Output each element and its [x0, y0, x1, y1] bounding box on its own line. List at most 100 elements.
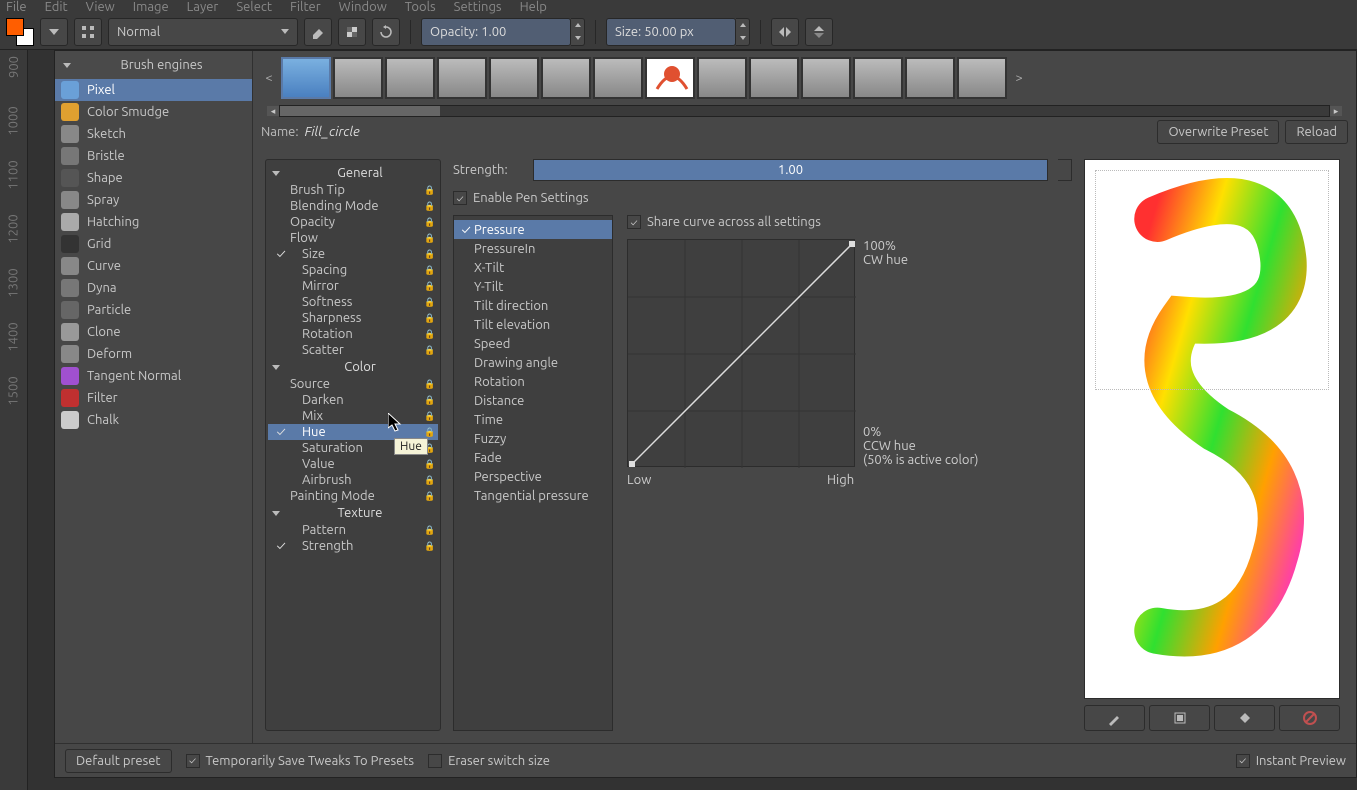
instant-preview-checkbox[interactable]: ✓ — [1236, 754, 1250, 768]
preset-strip-prev[interactable]: < — [261, 71, 277, 85]
menu-item-filter[interactable]: Filter — [290, 0, 321, 14]
sensor-item-perspective[interactable]: Perspective — [454, 467, 612, 486]
sensor-item-fuzzy[interactable]: Fuzzy — [454, 429, 612, 448]
color-swatches[interactable] — [6, 18, 34, 46]
preset-thumb[interactable] — [385, 57, 435, 99]
curve-canvas[interactable] — [627, 239, 855, 467]
setting-item-mirror[interactable]: Mirror🔒 — [268, 278, 438, 294]
strength-stepper[interactable] — [1058, 159, 1072, 181]
setting-item-strength[interactable]: ✓Strength🔒 — [268, 538, 438, 554]
engine-item-tangent-normal[interactable]: Tangent Normal — [55, 365, 252, 387]
menu-item-view[interactable]: View — [86, 0, 115, 14]
engine-item-color-smudge[interactable]: Color Smudge — [55, 101, 252, 123]
mirror-horizontal-button[interactable] — [771, 18, 799, 46]
size-slider[interactable]: Size: 50.00 px — [606, 18, 736, 46]
enable-pen-checkbox[interactable]: ✓ — [453, 191, 467, 205]
setting-item-flow[interactable]: Flow🔒 — [268, 230, 438, 246]
engine-item-particle[interactable]: Particle — [55, 299, 252, 321]
preset-thumb[interactable] — [541, 57, 591, 99]
engine-item-shape[interactable]: Shape — [55, 167, 252, 189]
preset-scrollbar-thumb[interactable] — [280, 106, 440, 116]
menu-item-file[interactable]: File — [6, 0, 27, 14]
setting-item-brush-tip[interactable]: Brush Tip🔒 — [268, 182, 438, 198]
setting-item-scatter[interactable]: Scatter🔒 — [268, 342, 438, 358]
sensor-item-speed[interactable]: Speed — [454, 334, 612, 353]
preset-thumb[interactable] — [749, 57, 799, 99]
setting-item-painting-mode[interactable]: Painting Mode🔒 — [268, 488, 438, 504]
preview-clear-button[interactable] — [1279, 705, 1340, 731]
preset-thumb[interactable] — [593, 57, 643, 99]
engine-item-grid[interactable]: Grid — [55, 233, 252, 255]
sensor-item-y-tilt[interactable]: Y-Tilt — [454, 277, 612, 296]
sensor-item-tangential-pressure[interactable]: Tangential pressure — [454, 486, 612, 505]
sensor-item-drawing-angle[interactable]: Drawing angle — [454, 353, 612, 372]
menu-item-help[interactable]: Help — [520, 0, 547, 14]
engine-item-pixel[interactable]: Pixel — [55, 79, 252, 101]
menu-item-window[interactable]: Window — [339, 0, 387, 14]
preset-thumb[interactable] — [853, 57, 903, 99]
setting-item-softness[interactable]: Softness🔒 — [268, 294, 438, 310]
preset-thumb[interactable] — [281, 57, 331, 99]
engine-item-deform[interactable]: Deform — [55, 343, 252, 365]
sensor-item-tilt-direction[interactable]: Tilt direction — [454, 296, 612, 315]
menu-item-settings[interactable]: Settings — [454, 0, 502, 14]
engine-item-spray[interactable]: Spray — [55, 189, 252, 211]
brush-preview-canvas[interactable] — [1084, 159, 1340, 699]
preset-name-value[interactable]: Fill_circle — [305, 125, 1152, 139]
brush-settings-button[interactable] — [74, 18, 102, 46]
preset-thumb[interactable] — [697, 57, 747, 99]
engine-item-filter[interactable]: Filter — [55, 387, 252, 409]
reload-preset-button-2[interactable]: Reload — [1285, 120, 1348, 144]
preset-thumb[interactable] — [333, 57, 383, 99]
setting-item-sharpness[interactable]: Sharpness🔒 — [268, 310, 438, 326]
menu-item-select[interactable]: Select — [236, 0, 272, 14]
sensor-item-fade[interactable]: Fade — [454, 448, 612, 467]
settings-header[interactable]: Color — [268, 358, 438, 376]
engine-item-clone[interactable]: Clone — [55, 321, 252, 343]
preset-thumb[interactable] — [645, 57, 695, 99]
engine-item-curve[interactable]: Curve — [55, 255, 252, 277]
brush-preset-picker-button[interactable] — [40, 18, 68, 46]
preset-thumb[interactable] — [801, 57, 851, 99]
engine-item-chalk[interactable]: Chalk — [55, 409, 252, 431]
engine-item-hatching[interactable]: Hatching — [55, 211, 252, 233]
eraser-mode-button[interactable] — [304, 18, 332, 46]
setting-item-airbrush[interactable]: Airbrush🔒 — [268, 472, 438, 488]
preset-scrollbar-right[interactable]: ▸ — [1330, 106, 1342, 116]
overwrite-preset-button[interactable]: Overwrite Preset — [1157, 120, 1279, 144]
sensor-item-rotation[interactable]: Rotation — [454, 372, 612, 391]
brush-engines-header[interactable]: Brush engines — [55, 51, 252, 79]
setting-item-darken[interactable]: Darken🔒 — [268, 392, 438, 408]
sensor-item-pressurein[interactable]: PressureIn — [454, 239, 612, 258]
setting-item-mix[interactable]: Mix🔒 — [268, 408, 438, 424]
engine-item-dyna[interactable]: Dyna — [55, 277, 252, 299]
setting-item-blending-mode[interactable]: Blending Mode🔒 — [268, 198, 438, 214]
setting-item-pattern[interactable]: Pattern🔒 — [268, 522, 438, 538]
strength-slider[interactable]: 1.00 — [533, 159, 1048, 181]
setting-item-value[interactable]: Value🔒 — [268, 456, 438, 472]
sensor-item-pressure[interactable]: ✓Pressure — [454, 220, 612, 239]
preview-brush-button[interactable] — [1084, 705, 1145, 731]
preset-thumb[interactable] — [905, 57, 955, 99]
sensor-item-distance[interactable]: Distance — [454, 391, 612, 410]
engine-item-bristle[interactable]: Bristle — [55, 145, 252, 167]
preset-scrollbar-left[interactable]: ◂ — [267, 106, 279, 116]
preset-scrollbar[interactable]: ◂ ▸ — [279, 105, 1330, 117]
settings-header[interactable]: General — [268, 164, 438, 182]
setting-item-spacing[interactable]: Spacing🔒 — [268, 262, 438, 278]
sensor-item-x-tilt[interactable]: X-Tilt — [454, 258, 612, 277]
engine-item-sketch[interactable]: Sketch — [55, 123, 252, 145]
sensor-item-time[interactable]: Time — [454, 410, 612, 429]
preview-bucket-button[interactable] — [1214, 705, 1275, 731]
eraser-switch-checkbox[interactable] — [428, 754, 442, 768]
settings-header[interactable]: Texture — [268, 504, 438, 522]
preview-fill-button[interactable] — [1149, 705, 1210, 731]
size-stepper[interactable] — [736, 18, 750, 46]
blending-mode-select[interactable]: Normal — [108, 18, 298, 46]
menu-item-tools[interactable]: Tools — [405, 0, 436, 14]
preset-thumb[interactable] — [957, 57, 1007, 99]
preset-thumb[interactable] — [437, 57, 487, 99]
sensor-item-tilt-elevation[interactable]: Tilt elevation — [454, 315, 612, 334]
opacity-slider[interactable]: Opacity: 1.00 — [421, 18, 571, 46]
reload-preset-button[interactable] — [372, 18, 400, 46]
